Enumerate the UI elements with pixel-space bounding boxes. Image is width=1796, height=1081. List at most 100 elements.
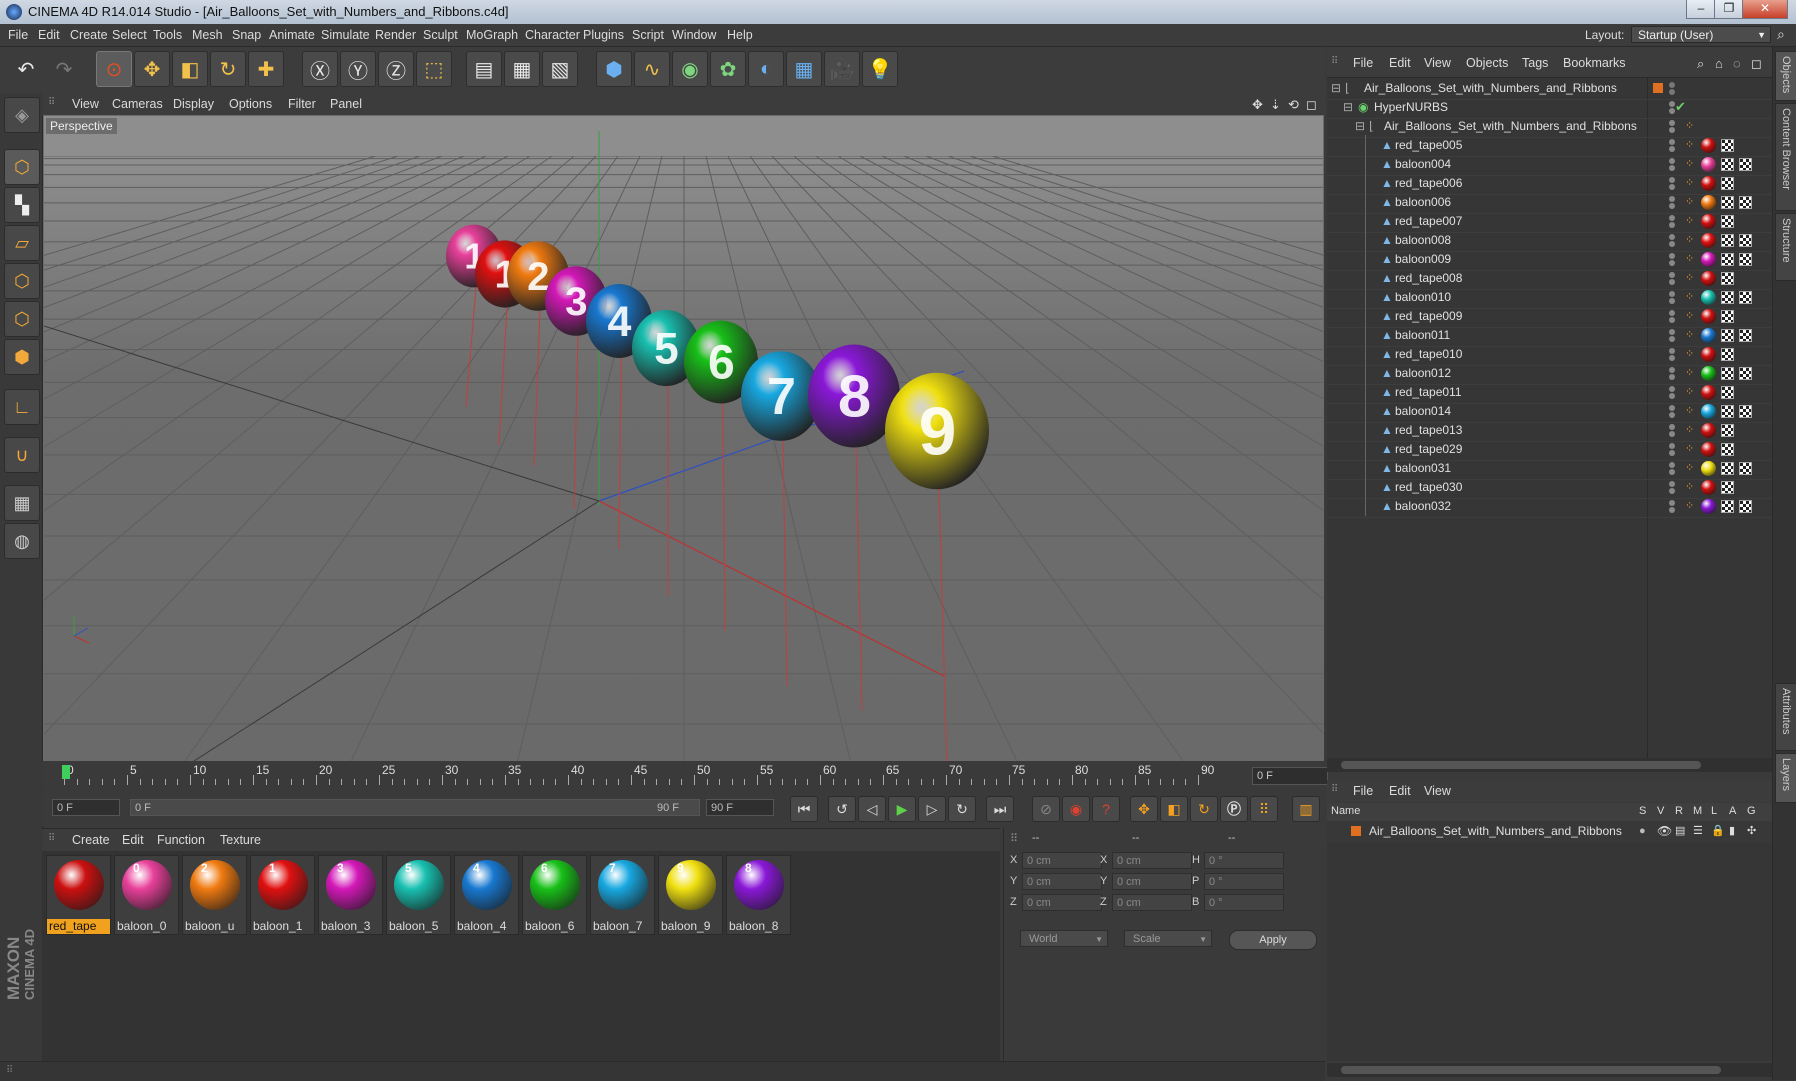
step-back-icon[interactable]: ◁: [858, 796, 886, 822]
uvw-tag-icon[interactable]: [1721, 348, 1734, 361]
visibility-render-dot[interactable]: [1669, 507, 1675, 513]
search-icon[interactable]: ⌕: [1697, 56, 1704, 72]
menu-plugins[interactable]: Plugins: [583, 28, 624, 42]
menu-file[interactable]: File: [8, 28, 28, 42]
layer-list-scrollbar[interactable]: [1327, 1063, 1772, 1077]
menu-window[interactable]: Window: [672, 28, 716, 42]
timeline[interactable]: 0 5 10 15 20 25 30 35 40 45 50 55 60 65 70 75 80 85 90 0 F: [42, 761, 1328, 789]
model-mode-icon[interactable]: ⬡: [4, 149, 40, 185]
polygons-mode-icon[interactable]: ⬢: [4, 339, 40, 375]
objects-menu-view[interactable]: View: [1424, 56, 1451, 70]
uvw-tag-icon[interactable]: [1739, 253, 1752, 266]
visibility-editor-dot[interactable]: [1669, 462, 1675, 468]
coord-mode-select[interactable]: Scale ▼: [1124, 930, 1212, 947]
visibility-render-dot[interactable]: [1669, 336, 1675, 342]
visibility-render-dot[interactable]: [1669, 165, 1675, 171]
material-swatch[interactable]: 6 baloon_6: [522, 855, 587, 935]
viewport-menu-filter[interactable]: Filter: [288, 97, 316, 111]
material-tag-icon[interactable]: [1701, 195, 1716, 210]
viewport-maximize-icon[interactable]: ◻: [1306, 97, 1317, 113]
visibility-render-dot[interactable]: [1669, 89, 1675, 95]
coord-value-field[interactable]: 0 cm: [1112, 873, 1192, 890]
coord-value-field[interactable]: 0 cm: [1022, 894, 1102, 911]
uvw-tag-icon[interactable]: [1721, 367, 1734, 380]
uvw-tag-icon[interactable]: [1721, 196, 1734, 209]
visibility-render-dot[interactable]: [1669, 431, 1675, 437]
tab-attributes[interactable]: Attributes: [1775, 683, 1796, 751]
menu-character[interactable]: Character: [525, 28, 580, 42]
redo-icon[interactable]: ↷: [46, 51, 82, 87]
cube-primitive-icon[interactable]: ⬢: [596, 51, 632, 87]
key-rotation-icon[interactable]: ↻: [1190, 796, 1218, 822]
uvw-tag-icon[interactable]: [1721, 139, 1734, 152]
tab-content-browser[interactable]: Content Browser: [1775, 103, 1796, 211]
layers-menu-edit[interactable]: Edit: [1389, 784, 1411, 798]
object-row[interactable]: ▲ baloon032 ⁘: [1327, 496, 1772, 518]
layers-menu-file[interactable]: File: [1353, 784, 1373, 798]
tab-layers[interactable]: Layers: [1775, 753, 1796, 803]
uvw-tag-icon[interactable]: [1721, 424, 1734, 437]
layer-color-swatch[interactable]: [1351, 826, 1361, 836]
visibility-editor-dot[interactable]: [1669, 443, 1675, 449]
layout-select[interactable]: Startup (User) ▼: [1631, 26, 1771, 43]
material-tag-icon[interactable]: [1701, 233, 1716, 248]
visibility-render-dot[interactable]: [1669, 146, 1675, 152]
material-menu-texture[interactable]: Texture: [220, 833, 261, 847]
array-icon[interactable]: ✿: [710, 51, 746, 87]
tab-structure[interactable]: Structure: [1775, 213, 1796, 281]
uvw-tag-icon[interactable]: [1721, 177, 1734, 190]
timeline-window-icon[interactable]: ▥: [1292, 796, 1320, 822]
phong-tag-icon[interactable]: ⁘: [1685, 310, 1697, 322]
camera-icon[interactable]: 🎥: [824, 51, 860, 87]
material-swatch[interactable]: 2 baloon_u: [182, 855, 247, 935]
edges-mode-icon[interactable]: ⬡: [4, 301, 40, 337]
light-icon[interactable]: 💡: [862, 51, 898, 87]
last-tool-icon[interactable]: ✚: [248, 51, 284, 87]
viewport-menu-options[interactable]: Options: [229, 97, 272, 111]
key-position-icon[interactable]: ✥: [1130, 796, 1158, 822]
uvw-tag-icon[interactable]: [1739, 329, 1752, 342]
coord-value-field[interactable]: 0 °: [1204, 873, 1284, 890]
layer-row[interactable]: Air_Balloons_Set_with_Numbers_and_Ribbon…: [1327, 821, 1772, 841]
visibility-editor-dot[interactable]: [1669, 196, 1675, 202]
objects-menu-tags[interactable]: Tags: [1522, 56, 1548, 70]
uvw-tag-icon[interactable]: [1721, 310, 1734, 323]
material-tag-icon[interactable]: [1701, 252, 1716, 267]
material-tag-icon[interactable]: [1701, 138, 1716, 153]
move-tool-icon[interactable]: ✥: [134, 51, 170, 87]
uvw-tag-icon[interactable]: [1721, 405, 1734, 418]
x-axis-lock-icon[interactable]: Ⓧ: [302, 51, 338, 87]
uvw-tag-icon[interactable]: [1721, 215, 1734, 228]
visibility-render-dot[interactable]: [1669, 355, 1675, 361]
material-swatch[interactable]: red_tape: [46, 855, 111, 935]
uvw-tag-icon[interactable]: [1721, 500, 1734, 513]
collapse-icon[interactable]: ⊟: [1355, 120, 1367, 132]
uvw-tag-icon[interactable]: [1721, 462, 1734, 475]
layers-menu-view[interactable]: View: [1424, 784, 1451, 798]
material-tag-icon[interactable]: [1701, 290, 1716, 305]
phong-tag-icon[interactable]: ⁘: [1685, 424, 1697, 436]
step-forward-icon[interactable]: ▷: [918, 796, 946, 822]
phong-tag-icon[interactable]: ⁘: [1685, 272, 1697, 284]
objects-menu-bookmarks[interactable]: Bookmarks: [1563, 56, 1626, 70]
uvw-tag-icon[interactable]: [1739, 405, 1752, 418]
visibility-render-dot[interactable]: [1669, 450, 1675, 456]
scrollbar-thumb[interactable]: [1341, 1066, 1721, 1074]
coord-value-field[interactable]: 0 cm: [1022, 873, 1102, 890]
spline-pen-icon[interactable]: ∿: [634, 51, 670, 87]
material-swatch[interactable]: 5 baloon_5: [386, 855, 451, 935]
go-to-start-icon[interactable]: ⏮: [790, 796, 818, 822]
material-menu-create[interactable]: Create: [72, 833, 110, 847]
keyframe-help-icon[interactable]: ?: [1092, 796, 1120, 822]
menu-mesh[interactable]: Mesh: [192, 28, 223, 42]
layer-animation-icon[interactable]: ▮: [1729, 824, 1735, 837]
scrollbar-thumb[interactable]: [1341, 761, 1701, 769]
uvw-tag-icon[interactable]: [1739, 500, 1752, 513]
render-picture-viewer-icon[interactable]: ▦: [504, 51, 540, 87]
viewport-zoom-icon[interactable]: ⇣: [1270, 97, 1281, 113]
render-settings-icon[interactable]: ▧: [542, 51, 578, 87]
visibility-editor-dot[interactable]: [1669, 82, 1675, 88]
phong-tag-icon[interactable]: ⁘: [1685, 443, 1697, 455]
deformer-icon[interactable]: ◐: [748, 51, 784, 87]
key-parameter-icon[interactable]: Ⓟ: [1220, 796, 1248, 822]
